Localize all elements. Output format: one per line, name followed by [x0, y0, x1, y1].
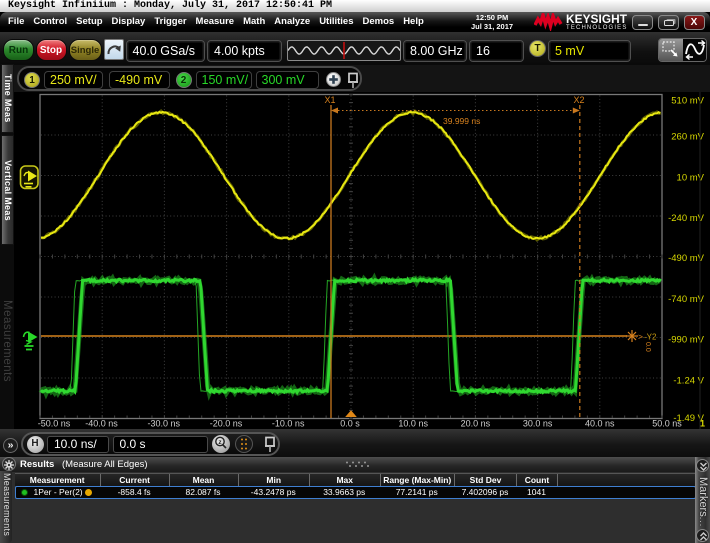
svg-text:0.0: 0.0	[644, 342, 651, 352]
svg-text:-990 mV: -990 mV	[668, 334, 705, 345]
svg-text:-Y2: -Y2	[644, 333, 657, 342]
svg-text:30.0 ns: 30.0 ns	[523, 419, 553, 429]
svg-text:-50.0 ns: -50.0 ns	[38, 419, 71, 429]
svg-text:X2: X2	[574, 95, 585, 105]
svg-text:40.0 ns: 40.0 ns	[585, 419, 615, 429]
svg-text:-10.0 ns: -10.0 ns	[272, 419, 305, 429]
svg-text:>: >	[638, 332, 643, 342]
svg-text:-490 mV: -490 mV	[668, 253, 705, 264]
svg-text:X1: X1	[325, 95, 336, 105]
svg-text:-30.0 ns: -30.0 ns	[148, 419, 181, 429]
svg-text:1: 1	[700, 419, 705, 429]
svg-text:-240 mV: -240 mV	[668, 213, 705, 224]
svg-text:39.999 ns: 39.999 ns	[443, 116, 480, 126]
svg-text:0.0 s: 0.0 s	[340, 419, 360, 429]
svg-text:50.0 ns: 50.0 ns	[652, 419, 682, 429]
svg-text:-40.0 ns: -40.0 ns	[85, 419, 118, 429]
svg-text:20.0 ns: 20.0 ns	[461, 419, 491, 429]
svg-text:-740 mV: -740 mV	[668, 294, 705, 305]
svg-text:-20.0 ns: -20.0 ns	[210, 419, 243, 429]
svg-text:10.0 ns: 10.0 ns	[398, 419, 428, 429]
